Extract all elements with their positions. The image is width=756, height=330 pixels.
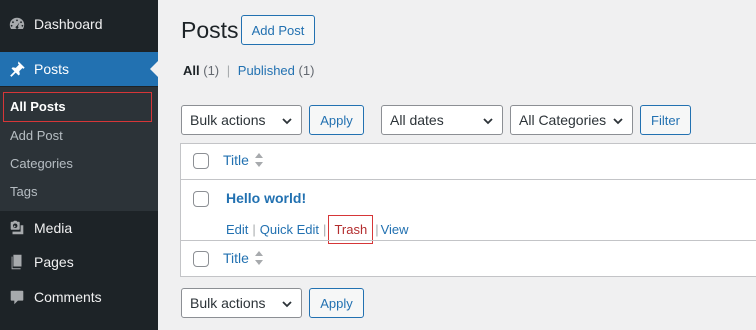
sort-arrows-icon bbox=[254, 152, 264, 168]
select-all-checkbox[interactable] bbox=[193, 153, 209, 169]
submenu-tags[interactable]: Tags bbox=[10, 184, 37, 199]
select-all-checkbox-footer[interactable] bbox=[193, 251, 209, 267]
apply-button-bottom[interactable]: Apply bbox=[309, 288, 364, 318]
sidebar-item-label: Media bbox=[34, 220, 73, 236]
pages-icon bbox=[0, 253, 34, 271]
chevron-down-icon bbox=[483, 118, 493, 125]
bulk-actions-select-bottom[interactable]: Bulk actions bbox=[181, 288, 302, 318]
bulk-actions-select[interactable]: Bulk actions bbox=[181, 105, 302, 135]
edit-link[interactable]: Edit bbox=[226, 222, 248, 237]
category-filter-select[interactable]: All Categories bbox=[510, 105, 633, 135]
sidebar-item-media[interactable]: Media bbox=[0, 211, 158, 245]
filter-all-link[interactable]: All bbox=[183, 63, 200, 78]
page-title: Posts bbox=[181, 17, 239, 43]
action-separator: | bbox=[252, 222, 256, 237]
header-divider bbox=[181, 179, 756, 180]
sidebar-item-dashboard[interactable]: Dashboard bbox=[0, 7, 158, 41]
sidebar-item-comments[interactable]: Comments bbox=[0, 280, 158, 314]
submenu-add-post[interactable]: Add Post bbox=[10, 128, 63, 143]
sidebar-item-label: Comments bbox=[34, 289, 102, 305]
quick-edit-link[interactable]: Quick Edit bbox=[260, 222, 319, 237]
status-filter-links: All (1) | Published (1) bbox=[183, 63, 314, 78]
chevron-down-icon bbox=[282, 118, 292, 125]
sidebar-item-label: Pages bbox=[34, 254, 74, 270]
post-title-link[interactable]: Hello world! bbox=[226, 190, 306, 206]
filter-published-count: (1) bbox=[298, 63, 315, 78]
apply-button[interactable]: Apply bbox=[309, 105, 364, 135]
sidebar-item-pages[interactable]: Pages bbox=[0, 245, 158, 279]
title-column-header[interactable]: Title bbox=[223, 152, 264, 168]
pushpin-icon bbox=[0, 60, 34, 78]
filter-published-link[interactable]: Published bbox=[238, 63, 295, 78]
media-icon bbox=[0, 219, 34, 237]
comment-icon bbox=[0, 288, 34, 306]
all-posts-highlight-box bbox=[3, 92, 152, 122]
action-separator: | bbox=[323, 222, 327, 237]
filter-button[interactable]: Filter bbox=[640, 105, 691, 135]
admin-sidebar: Dashboard Posts All Posts Add Post Categ… bbox=[0, 0, 158, 330]
category-filter-value: All Categories bbox=[519, 112, 607, 128]
sort-arrows-icon bbox=[254, 250, 264, 266]
submenu-categories[interactable]: Categories bbox=[10, 156, 73, 171]
view-link[interactable]: View bbox=[381, 222, 409, 237]
sidebar-item-label: Dashboard bbox=[34, 16, 103, 32]
action-separator: | bbox=[375, 222, 379, 237]
posts-table: Title Hello world! Edit | Quick Edit | T… bbox=[180, 143, 756, 277]
bulk-actions-value: Bulk actions bbox=[190, 112, 266, 128]
filter-separator: | bbox=[226, 63, 231, 78]
dashboard-icon bbox=[0, 15, 34, 33]
column-title-label: Title bbox=[223, 250, 249, 266]
date-filter-select[interactable]: All dates bbox=[381, 105, 503, 135]
filter-all-count: (1) bbox=[203, 63, 220, 78]
footer-divider bbox=[181, 240, 756, 241]
date-filter-value: All dates bbox=[390, 112, 444, 128]
bulk-actions-value: Bulk actions bbox=[190, 295, 266, 311]
chevron-down-icon bbox=[282, 301, 292, 308]
row-checkbox[interactable] bbox=[193, 191, 209, 207]
sidebar-item-posts[interactable]: Posts bbox=[0, 52, 158, 86]
chevron-down-icon bbox=[613, 118, 623, 125]
add-post-button[interactable]: Add Post bbox=[241, 15, 315, 45]
sidebar-item-label: Posts bbox=[34, 61, 70, 77]
column-title-label: Title bbox=[223, 152, 249, 168]
title-column-footer[interactable]: Title bbox=[223, 250, 264, 266]
